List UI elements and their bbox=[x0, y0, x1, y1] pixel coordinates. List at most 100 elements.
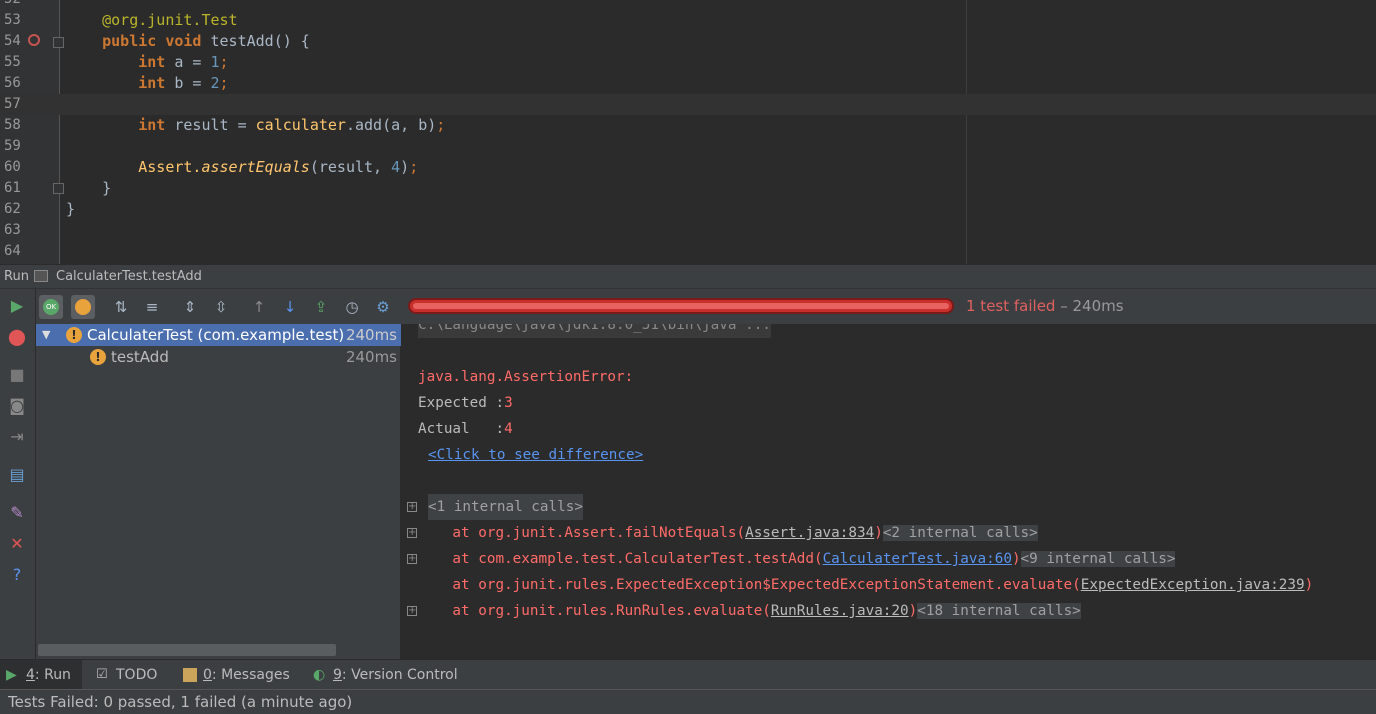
tab-run[interactable]: ▶ 4: Run bbox=[0, 660, 82, 690]
code-line[interactable]: 54 public void testAdd() { bbox=[0, 31, 1376, 52]
tree-row-test[interactable]: ! testAdd 240ms bbox=[36, 346, 401, 368]
expand-icon[interactable]: + bbox=[407, 606, 417, 616]
collapse-all-icon[interactable]: ⇳ bbox=[209, 295, 233, 319]
line-number: 62 bbox=[4, 201, 21, 217]
code-line[interactable]: 59 bbox=[0, 136, 1376, 157]
tab-key: 9 bbox=[333, 667, 342, 683]
run-config-name[interactable]: CalculaterTest.testAdd bbox=[56, 265, 202, 288]
messages-icon bbox=[183, 668, 197, 682]
show-ignored-icon[interactable] bbox=[71, 295, 95, 319]
tab-label: : Run bbox=[34, 667, 71, 683]
stack-frame: at org.junit.rules.ExpectedException$Exp… bbox=[418, 572, 1313, 598]
expand-icon[interactable]: + bbox=[407, 502, 417, 512]
dump-threads-icon[interactable]: ◙ bbox=[7, 395, 27, 415]
assertion-error: java.lang.AssertionError: bbox=[418, 369, 634, 385]
code-line[interactable]: 55 int a = 1; bbox=[0, 52, 1376, 73]
warning-icon: ! bbox=[90, 349, 106, 365]
code-line[interactable]: 60 Assert.assertEquals(result, 4); bbox=[0, 157, 1376, 178]
line-number: 54 bbox=[4, 33, 21, 49]
code-line[interactable]: 57 bbox=[0, 94, 1376, 115]
sort-alpha-icon[interactable]: ⇅ bbox=[109, 295, 133, 319]
horizontal-scrollbar[interactable] bbox=[38, 644, 336, 656]
run-config-icon bbox=[34, 270, 48, 282]
code-text: } bbox=[66, 200, 76, 218]
stop-icon[interactable]: ■ bbox=[7, 364, 27, 384]
expand-icon[interactable]: + bbox=[407, 528, 417, 538]
stack-frame: at com.example.test.CalculaterTest.testA… bbox=[418, 546, 1176, 572]
code-text: int result = calculater.add(a, b); bbox=[138, 116, 446, 134]
expand-icon[interactable]: + bbox=[407, 554, 417, 564]
fold-marker-icon[interactable] bbox=[53, 37, 64, 48]
tree-item-label: testAdd bbox=[111, 348, 169, 366]
previous-failed-icon[interactable]: ↑ bbox=[247, 295, 271, 319]
expand-arrow-icon[interactable]: ▼ bbox=[42, 324, 50, 346]
code-line[interactable]: 56 int b = 2; bbox=[0, 73, 1376, 94]
tab-label: : Messages bbox=[211, 667, 290, 683]
tab-label: TODO bbox=[116, 667, 158, 683]
code-line[interactable]: 63 bbox=[0, 220, 1376, 241]
frame-source-link[interactable]: RunRules.java:20 bbox=[771, 603, 909, 619]
frame-method: at com.example.test.CalculaterTest.testA… bbox=[418, 551, 823, 567]
actual-label: Actual : bbox=[418, 421, 505, 437]
pin-icon[interactable]: ✎ bbox=[7, 502, 27, 522]
code-line[interactable]: 61 } bbox=[0, 178, 1376, 199]
tree-row-class[interactable]: ▼ ! CalculaterTest (com.example.test) 24… bbox=[36, 324, 401, 346]
code-text: Assert.assertEquals(result, 4); bbox=[138, 158, 419, 176]
next-failed-icon[interactable]: ↓ bbox=[278, 295, 302, 319]
exit-icon[interactable]: ⇥ bbox=[7, 426, 27, 446]
test-tree[interactable]: ▼ ! CalculaterTest (com.example.test) 24… bbox=[36, 324, 401, 659]
status-bar: Tests Failed: 0 passed, 1 failed (a minu… bbox=[0, 689, 1376, 714]
internal-calls[interactable]: <18 internal calls> bbox=[917, 603, 1081, 619]
frame-method: at org.junit.rules.RunRules.evaluate( bbox=[418, 603, 771, 619]
settings-icon[interactable]: ⚙ bbox=[371, 295, 395, 319]
export-icon[interactable]: ⇪ bbox=[309, 295, 333, 319]
test-failed-gutter-icon[interactable] bbox=[28, 34, 40, 46]
history-icon[interactable]: ◷ bbox=[340, 295, 364, 319]
code-line[interactable]: 53 @org.junit.Test bbox=[0, 10, 1376, 31]
rerun-icon[interactable]: ▶ bbox=[7, 295, 27, 315]
help-icon[interactable]: ? bbox=[7, 564, 27, 584]
line-number: 55 bbox=[4, 54, 21, 70]
internal-calls[interactable]: <2 internal calls> bbox=[882, 525, 1038, 541]
code-line[interactable]: 62} bbox=[0, 199, 1376, 220]
internal-calls[interactable]: <9 internal calls> bbox=[1020, 551, 1176, 567]
warning-icon: ! bbox=[66, 327, 82, 343]
line-number: 64 bbox=[4, 243, 21, 259]
stack-frame: at org.junit.rules.RunRules.evaluate(Run… bbox=[418, 598, 1081, 624]
line-number: 52 bbox=[4, 0, 24, 10]
ide-window: 5253 @org.junit.Test54 public void testA… bbox=[0, 0, 1376, 714]
test-status-text: 1 test failed bbox=[966, 297, 1056, 315]
close-icon[interactable]: ✕ bbox=[7, 533, 27, 553]
tab-version-control[interactable]: ◐ 9: Version Control bbox=[307, 660, 458, 690]
tab-todo[interactable]: ☑ TODO bbox=[90, 660, 157, 690]
line-number: 58 bbox=[4, 117, 21, 133]
fold-marker-icon[interactable] bbox=[53, 183, 64, 194]
code-line[interactable]: 52 bbox=[0, 0, 1376, 10]
frame-source-link[interactable]: CalculaterTest.java:60 bbox=[823, 551, 1012, 567]
tab-messages[interactable]: 0: Messages bbox=[177, 660, 290, 690]
layout-icon[interactable]: ▤ bbox=[7, 464, 27, 484]
show-passed-icon[interactable]: OK bbox=[39, 295, 63, 319]
tab-key: 0 bbox=[203, 667, 212, 683]
frame-close: ) bbox=[908, 603, 918, 619]
code-text: int a = 1; bbox=[138, 53, 229, 71]
console-output[interactable]: C:\Language\java\jdk1.8.0_51\bin\java ..… bbox=[402, 324, 1376, 659]
expand-all-icon[interactable]: ⇕ bbox=[178, 295, 202, 319]
line-number: 57 bbox=[4, 96, 21, 112]
frame-source-link[interactable]: Assert.java:834 bbox=[745, 525, 874, 541]
code-editor[interactable]: 5253 @org.junit.Test54 public void testA… bbox=[0, 0, 1376, 264]
run-icon: ▶ bbox=[6, 667, 17, 683]
tree-item-time: 240ms bbox=[345, 326, 397, 344]
sort-duration-icon[interactable]: ≡ bbox=[140, 295, 164, 319]
code-line[interactable]: 64 bbox=[0, 241, 1376, 262]
tree-item-label: CalculaterTest (com.example.test) bbox=[87, 326, 345, 344]
frame-method: at org.junit.Assert.failNotEquals( bbox=[418, 525, 746, 541]
code-text: @org.junit.Test bbox=[102, 11, 238, 29]
see-difference-link[interactable]: <Click to see difference> bbox=[428, 442, 643, 468]
internal-calls[interactable]: <1 internal calls> bbox=[428, 494, 583, 520]
run-label: Run bbox=[4, 269, 29, 284]
code-line[interactable]: 58 int result = calculater.add(a, b); bbox=[0, 115, 1376, 136]
frame-source-link[interactable]: ExpectedException.java:239 bbox=[1081, 577, 1305, 593]
rerun-failed-icon[interactable]: ⬤ bbox=[7, 326, 27, 346]
code-text: } bbox=[102, 179, 112, 197]
